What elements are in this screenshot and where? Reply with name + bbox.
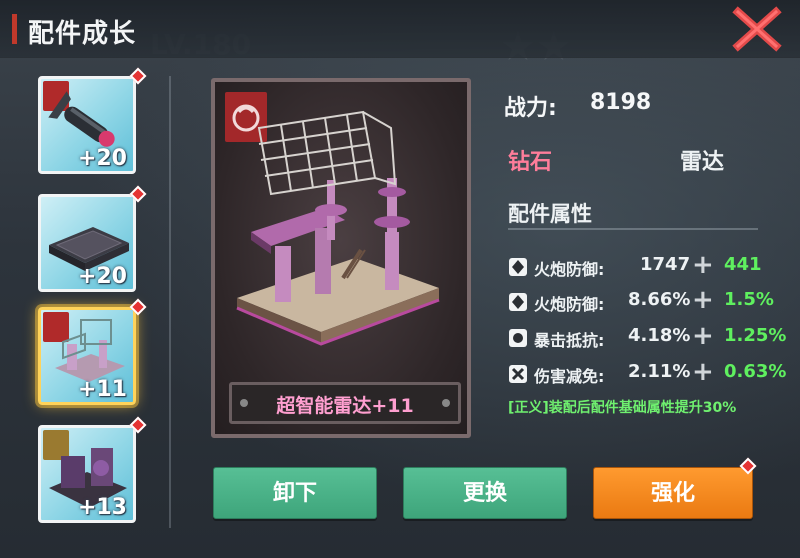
attributes-title: 配件属性 <box>508 202 592 226</box>
attribute-row: 火炮防御: 8.66% + 1.5% <box>508 285 792 315</box>
crit-resist-icon <box>509 329 527 347</box>
unequip-button[interactable]: 卸下 <box>213 467 377 519</box>
header-accent <box>12 14 17 44</box>
shield-attr-icon <box>509 258 527 276</box>
attribute-value: 8.66% <box>628 289 691 310</box>
attribute-row: 暴击抵抗: 4.18% + 1.25% <box>508 321 792 351</box>
part-type-label: 雷达 <box>680 150 725 175</box>
part-name-plate: 超智能雷达+11 <box>229 382 461 424</box>
damage-reduction-icon <box>509 365 527 383</box>
plate-rivet <box>442 399 450 407</box>
plus-icon: + <box>692 321 714 351</box>
radar-tower-illustration <box>236 110 440 346</box>
plus-icon: + <box>692 285 714 315</box>
part-level: +11 <box>77 377 127 402</box>
shield-attr-icon <box>509 293 527 311</box>
part-slot-torpedo[interactable]: +20 <box>38 76 136 174</box>
attribute-value: 4.18% <box>628 325 691 346</box>
part-preview-card: 超智能雷达+11 <box>211 78 471 438</box>
part-level: +13 <box>77 495 127 520</box>
attribute-bonus: 441 <box>724 254 762 275</box>
quality-label: 钻石 <box>508 150 553 175</box>
attribute-name: 暴击抵抗: <box>534 331 605 350</box>
attribute-bonus: 1.25% <box>724 325 787 346</box>
attribute-bonus: 1.5% <box>724 289 774 310</box>
plus-icon: + <box>692 357 714 387</box>
page-title: 配件成长 <box>28 19 137 49</box>
part-name: 超智能雷达+11 <box>276 395 414 417</box>
plus-icon: + <box>692 250 714 280</box>
attribute-name: 火炮防御: <box>534 295 605 314</box>
power-value: 8198 <box>590 90 652 115</box>
close-button[interactable] <box>732 6 782 52</box>
upgrade-button[interactable]: 强化 <box>593 467 753 519</box>
attribute-name: 火炮防御: <box>534 260 605 279</box>
part-level: +20 <box>77 264 127 289</box>
attribute-row: 伤害减免: 2.11% + 0.63% <box>508 357 792 387</box>
column-divider <box>169 76 171 528</box>
part-slot-machinery[interactable]: +13 <box>38 425 136 523</box>
set-bonus-note: [正义]装配后配件基础属性提升30% <box>508 400 737 416</box>
attribute-value: 2.11% <box>628 361 691 382</box>
replace-button[interactable]: 更换 <box>403 467 567 519</box>
close-icon <box>732 6 782 52</box>
attributes-divider <box>508 228 758 230</box>
part-slot-radar[interactable]: +11 <box>38 307 136 405</box>
attribute-row: 火炮防御: 1747 + 441 <box>508 250 792 280</box>
header-bar: 配件成长 <box>0 0 800 58</box>
power-label: 战力: <box>504 96 557 121</box>
attribute-bonus: 0.63% <box>724 361 787 382</box>
attribute-name: 伤害减免: <box>534 367 605 386</box>
part-level: +20 <box>77 146 127 171</box>
attribute-value: 1747 <box>640 254 691 275</box>
part-slot-armor[interactable]: +20 <box>38 194 136 292</box>
